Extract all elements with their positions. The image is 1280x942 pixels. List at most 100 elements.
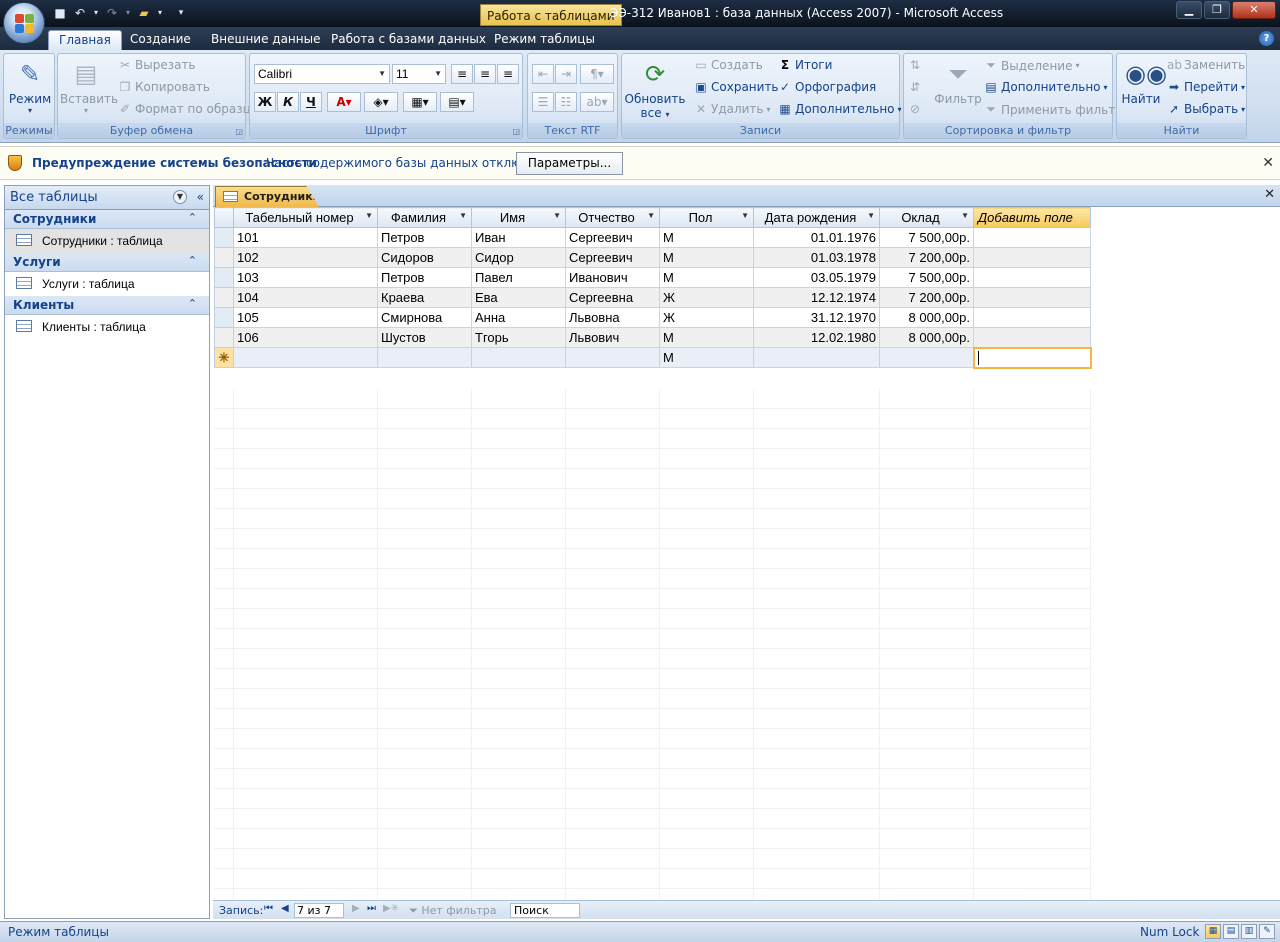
save-record-button[interactable]: ▣ Сохранить <box>694 80 778 94</box>
cell[interactable]: Тгорь <box>471 327 566 348</box>
tab-create[interactable]: Создание <box>120 30 201 50</box>
delete-record-button[interactable]: ✕ Удалить ▾ <box>694 102 771 116</box>
cell[interactable]: 101 <box>233 227 378 248</box>
advanced-filter-button[interactable]: ▤ Дополнительно ▾ <box>984 80 1107 94</box>
cell[interactable]: 12.02.1980 <box>753 327 880 348</box>
cell[interactable]: Смирнова <box>377 307 472 328</box>
cell[interactable]: Краева <box>377 287 472 308</box>
redo-dropdown-icon[interactable]: ▾ <box>124 5 132 21</box>
cell[interactable]: Львовна <box>565 307 660 328</box>
bold-button[interactable]: Ж <box>254 92 276 112</box>
alt-fill-button[interactable]: ▤▾ <box>440 92 474 112</box>
tab-datasheet[interactable]: Режим таблицы <box>484 30 605 50</box>
find-button[interactable]: ◉◉ Найти <box>1119 58 1167 106</box>
italic-button[interactable]: К <box>277 92 299 112</box>
cell[interactable]: 7 500,00р. <box>879 267 974 288</box>
row-selector[interactable] <box>214 247 234 268</box>
cell[interactable] <box>879 347 974 368</box>
security-options-button[interactable]: Параметры... <box>516 152 623 175</box>
cell[interactable]: 105 <box>233 307 378 328</box>
cell[interactable] <box>753 347 880 368</box>
cell[interactable]: 8 000,00р. <box>879 307 974 328</box>
cell[interactable]: М <box>659 267 754 288</box>
cell[interactable]: М <box>659 247 754 268</box>
sort-ascending-button[interactable]: ⇅ <box>908 58 922 72</box>
select-all-cell[interactable] <box>214 207 234 228</box>
open-folder-icon[interactable]: ▰ <box>136 5 152 21</box>
cell[interactable] <box>377 347 472 368</box>
cell[interactable] <box>565 347 660 368</box>
cell[interactable]: 01.03.1978 <box>753 247 880 268</box>
tab-home[interactable]: Главная <box>48 30 122 50</box>
cell[interactable]: 102 <box>233 247 378 268</box>
bullets-button[interactable]: ☷ <box>555 92 577 112</box>
cell[interactable]: Сергеевич <box>565 247 660 268</box>
maximize-button[interactable]: ❐ <box>1204 1 1230 19</box>
fill-color-button[interactable]: ◈▾ <box>364 92 398 112</box>
gridlines-button[interactable]: ▦▾ <box>403 92 437 112</box>
shutter-close-icon[interactable]: « <box>197 190 204 204</box>
collapse-icon[interactable]: ⌃ <box>188 254 197 267</box>
nav-group-services[interactable]: Услуги ⌃ <box>5 253 209 272</box>
chevron-down-icon[interactable]: ▼ <box>647 211 655 220</box>
cell[interactable]: Сидоров <box>377 247 472 268</box>
replace-button[interactable]: ab Заменить <box>1167 58 1245 72</box>
cell[interactable]: Ева <box>471 287 566 308</box>
cell[interactable]: Петров <box>377 267 472 288</box>
font-name-select[interactable]: Calibri ▼ <box>254 64 390 84</box>
help-icon[interactable]: ? <box>1259 31 1274 46</box>
cell[interactable] <box>973 267 1091 288</box>
sort-descending-button[interactable]: ⇵ <box>908 80 922 94</box>
row-selector[interactable] <box>214 267 234 288</box>
increase-indent-button[interactable]: ⇥ <box>555 64 577 84</box>
pivot-table-view-icon[interactable]: ▤ <box>1223 924 1239 939</box>
dialog-launcher-icon[interactable]: ◲ <box>235 127 243 136</box>
column-header[interactable]: Пол ▼ <box>659 207 754 228</box>
collapse-icon[interactable]: ⌃ <box>188 211 197 224</box>
new-record-marker-icon[interactable]: ✳ <box>214 347 234 368</box>
cell[interactable]: Львович <box>565 327 660 348</box>
close-icon[interactable]: ✕ <box>1262 155 1274 171</box>
paste-button[interactable]: ▤ Вставить ▾ <box>60 58 118 115</box>
cell[interactable]: Анна <box>471 307 566 328</box>
cell[interactable]: 7 200,00р. <box>879 287 974 308</box>
next-record-icon[interactable]: ▶ <box>352 903 360 914</box>
cell[interactable]: Иванович <box>565 267 660 288</box>
collapse-icon[interactable]: ⌃ <box>188 297 197 310</box>
select-button[interactable]: ➚ Выбрать ▾ <box>1167 102 1245 116</box>
first-record-icon[interactable]: ⏮ <box>264 903 273 914</box>
cell[interactable]: Иван <box>471 227 566 248</box>
undo-dropdown-icon[interactable]: ▾ <box>92 5 100 21</box>
cell[interactable] <box>973 287 1091 308</box>
new-record-button[interactable]: ▭ Создать <box>694 58 763 72</box>
totals-button[interactable]: Σ Итоги <box>778 58 833 72</box>
record-position-input[interactable]: 7 из 7 <box>294 903 344 918</box>
cell[interactable]: Павел <box>471 267 566 288</box>
close-window-button[interactable]: ✕ <box>1232 1 1276 19</box>
font-size-select[interactable]: 11 ▼ <box>392 64 446 84</box>
selection-filter-button[interactable]: ⏷ Выделение ▾ <box>984 58 1079 73</box>
copy-button[interactable]: ❐ Копировать <box>118 80 210 94</box>
nav-item-services-table[interactable]: Услуги : таблица <box>5 272 209 296</box>
cell[interactable]: Петров <box>377 227 472 248</box>
nav-pane-header[interactable]: Все таблицы ▼ « <box>5 186 209 210</box>
align-left-button[interactable]: ≡ <box>451 64 473 84</box>
cell[interactable]: 7 500,00р. <box>879 227 974 248</box>
save-icon[interactable]: ■ <box>52 5 68 21</box>
column-header[interactable]: Имя ▼ <box>471 207 566 228</box>
cell[interactable]: 7 200,00р. <box>879 247 974 268</box>
cell[interactable]: 03.05.1979 <box>753 267 880 288</box>
chevron-down-icon[interactable]: ▼ <box>961 211 969 220</box>
format-painter-button[interactable]: ✐ Формат по образцу <box>118 102 258 116</box>
chevron-down-icon[interactable]: ▼ <box>173 190 187 204</box>
cell[interactable]: 12.12.1974 <box>753 287 880 308</box>
cell[interactable] <box>973 307 1091 328</box>
numbering-button[interactable]: ☰ <box>532 92 554 112</box>
cell[interactable]: 01.01.1976 <box>753 227 880 248</box>
align-right-button[interactable]: ≡ <box>497 64 519 84</box>
apply-filter-button[interactable]: ⏷ Применить фильтр <box>984 102 1123 117</box>
last-record-icon[interactable]: ⏭ <box>367 903 376 914</box>
underline-button[interactable]: Ч <box>300 92 322 112</box>
spelling-button[interactable]: ✓ Орфография <box>778 80 876 94</box>
column-header[interactable]: Оклад ▼ <box>879 207 974 228</box>
